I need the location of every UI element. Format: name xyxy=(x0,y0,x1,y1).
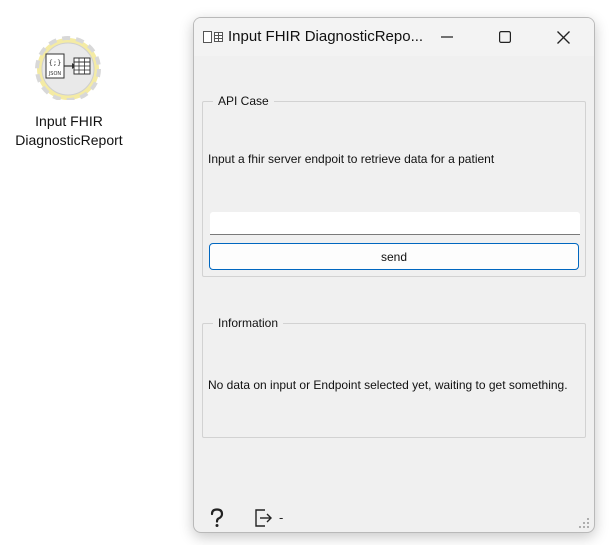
json-to-table-icon: {;} JSON xyxy=(35,36,101,100)
minimize-button[interactable] xyxy=(424,18,470,56)
api-case-description: Input a fhir server endpoit to retrieve … xyxy=(208,152,495,166)
node-label-line2: DiagnosticReport xyxy=(15,132,123,148)
information-message: No data on input or Endpoint selected ye… xyxy=(208,378,568,392)
close-button[interactable] xyxy=(540,18,586,56)
maximize-icon xyxy=(499,31,511,43)
information-group: Information No data on input or Endpoint… xyxy=(202,316,586,438)
close-icon xyxy=(556,30,570,44)
widget-window: Input FHIR DiagnosticRepo... API Case In… xyxy=(193,17,595,533)
app-icon xyxy=(203,31,223,43)
api-case-title: API Case xyxy=(213,94,274,108)
output-summary: - xyxy=(279,510,284,525)
output-icon[interactable] xyxy=(254,508,274,528)
svg-text:JSON: JSON xyxy=(48,71,62,77)
maximize-button[interactable] xyxy=(482,18,528,56)
information-title: Information xyxy=(213,316,284,330)
send-button[interactable]: send xyxy=(209,243,579,270)
window-title: Input FHIR DiagnosticRepo... xyxy=(228,28,424,45)
resize-grip-icon[interactable] xyxy=(578,517,590,529)
help-icon[interactable] xyxy=(208,508,226,528)
node-label: Input FHIR DiagnosticReport xyxy=(0,112,138,150)
endpoint-input[interactable] xyxy=(210,212,580,235)
canvas-node[interactable]: {;} JSON Input FHIR DiagnosticReport xyxy=(0,30,140,160)
minimize-icon xyxy=(441,36,453,38)
node-label-line1: Input FHIR xyxy=(35,113,103,129)
api-case-group: API Case Input a fhir server endpoit to … xyxy=(202,94,586,277)
title-bar[interactable]: Input FHIR DiagnosticRepo... xyxy=(194,18,594,56)
svg-text:{;}: {;} xyxy=(49,59,62,67)
